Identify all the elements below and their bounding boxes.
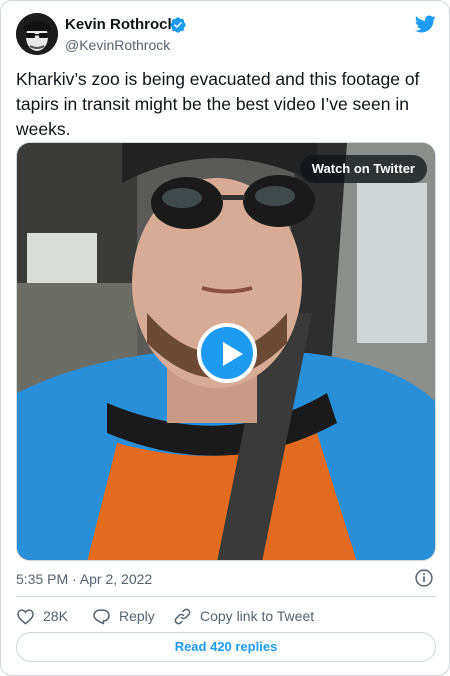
divider [16, 596, 436, 597]
author-handle[interactable]: @KevinRothrock [65, 36, 170, 54]
play-icon [223, 342, 243, 366]
speech-bubble-icon [93, 608, 110, 624]
author-avatar[interactable] [16, 13, 58, 55]
reply-button[interactable]: Reply [92, 605, 155, 627]
info-icon[interactable] [414, 568, 434, 588]
video-player[interactable]: Watch on Twitter [16, 142, 436, 561]
verified-badge-icon [170, 17, 186, 33]
read-replies-button[interactable]: Read 420 replies [16, 632, 436, 662]
reply-label: Reply [119, 608, 155, 624]
copy-link-button[interactable]: Copy link to Tweet [173, 605, 314, 627]
play-button[interactable] [197, 323, 257, 383]
tweet-timestamp[interactable]: 5:35 PM · Apr 2, 2022 [16, 570, 152, 588]
watch-on-twitter-button[interactable]: Watch on Twitter [299, 155, 427, 183]
heart-icon [17, 608, 34, 625]
author-name[interactable]: Kevin Rothrock [65, 16, 176, 34]
copy-link-label: Copy link to Tweet [200, 608, 315, 624]
link-icon [174, 608, 191, 624]
like-count: 28K [43, 608, 68, 624]
tweet-text: Kharkiv’s zoo is being evacuated and thi… [16, 69, 420, 139]
twitter-bird-icon[interactable] [413, 13, 437, 35]
tweet-embed-card[interactable]: Kevin Rothrock @KevinRothrock Kharkiv’s … [0, 0, 450, 676]
like-button[interactable]: 28K [16, 605, 68, 627]
